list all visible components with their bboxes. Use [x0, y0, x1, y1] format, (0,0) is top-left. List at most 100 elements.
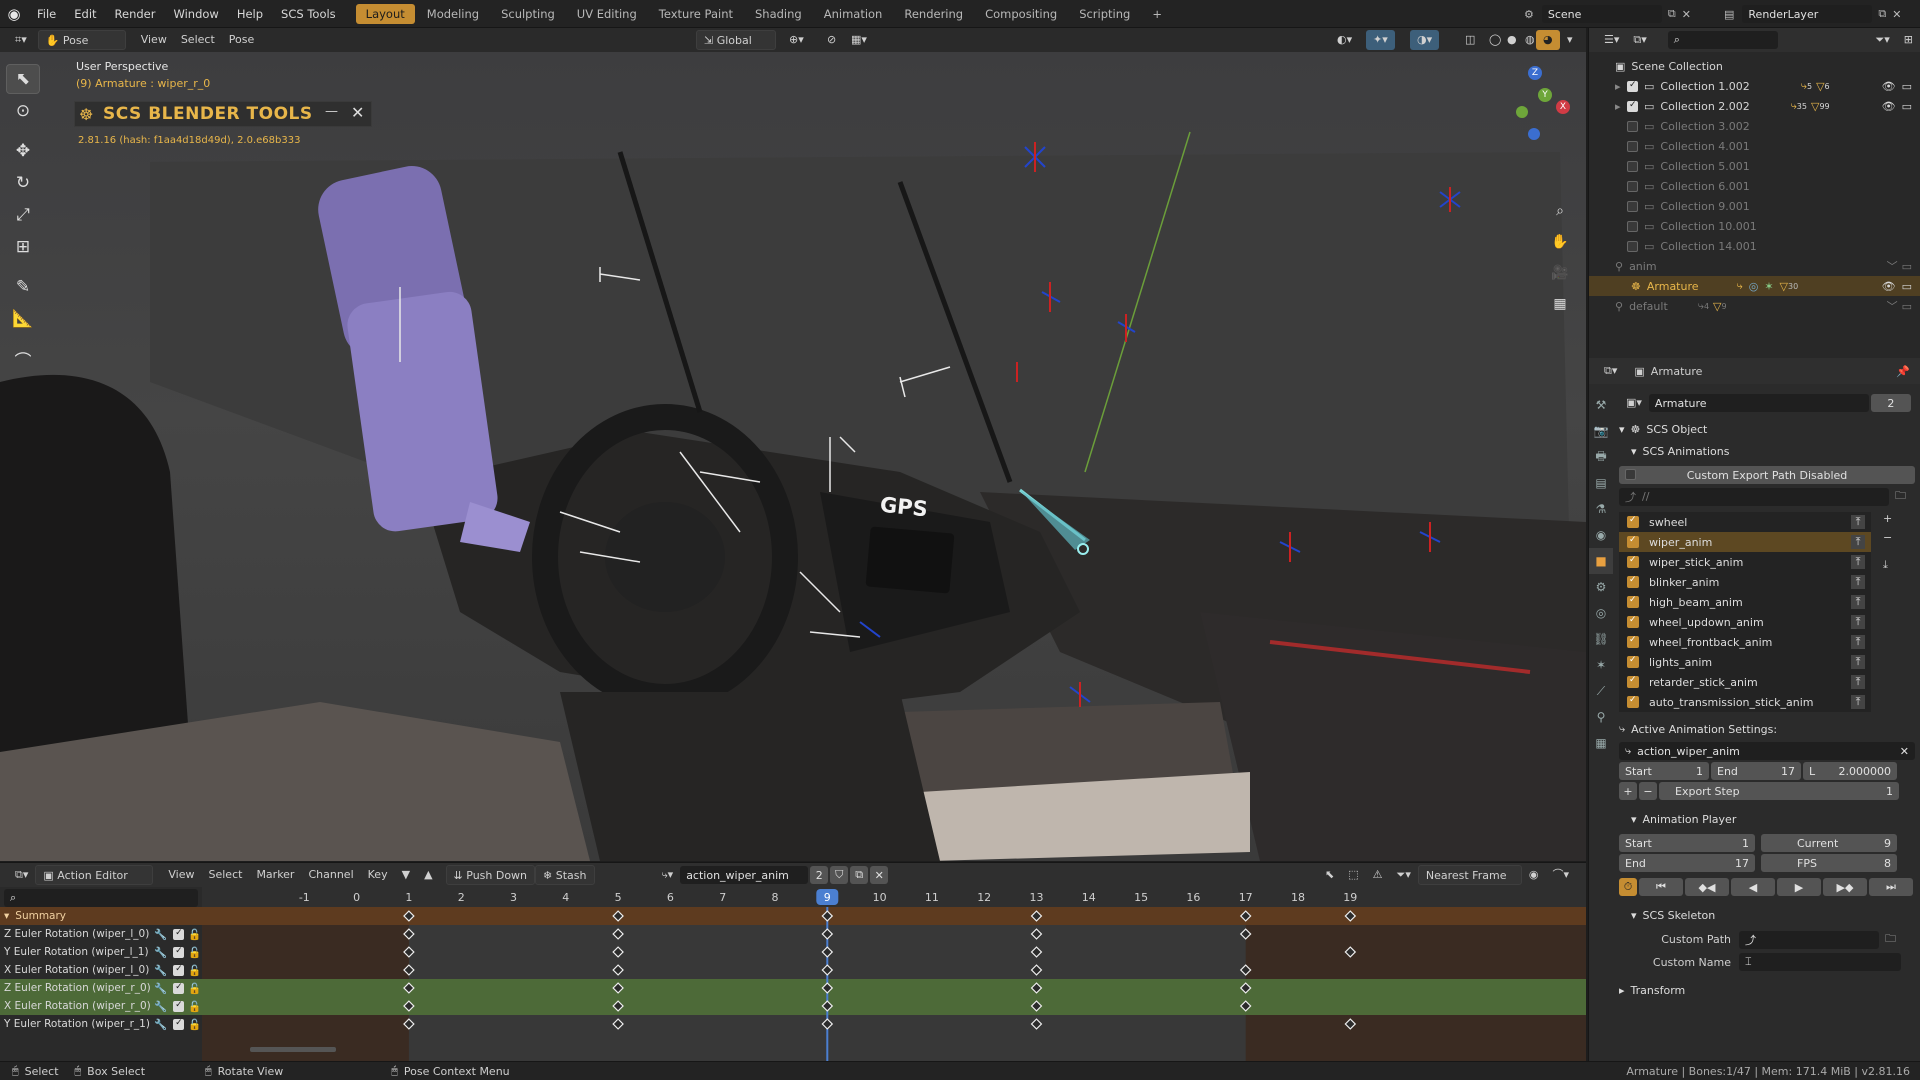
animation-list-item[interactable]: lights_anim ⤒ [1619, 652, 1871, 672]
falloff-icon[interactable]: ⌒▾ [1545, 865, 1576, 885]
object-tab-icon[interactable]: ■ [1589, 548, 1613, 574]
channel-search-input[interactable]: ⌕ [4, 889, 198, 907]
channel-mute-checkbox[interactable] [173, 1000, 185, 1012]
axis-x-icon[interactable]: X [1556, 100, 1570, 114]
channel-mute-checkbox[interactable] [173, 1018, 185, 1030]
only-selected-icon[interactable]: ⬉ [1318, 865, 1341, 885]
render-icon[interactable]: ▭ [1902, 100, 1912, 113]
axis-y-icon[interactable]: Y [1538, 88, 1552, 102]
lock-icon[interactable]: 🔓 [188, 928, 201, 941]
scale-tool-icon[interactable]: ⤢ [6, 200, 40, 230]
menu-select[interactable]: Select [174, 30, 222, 50]
pin-icon[interactable]: 📌 [1896, 365, 1910, 378]
channel-row[interactable]: X Euler Rotation (wiper_r_0) 🔧 🔓 [0, 997, 202, 1015]
collection-checkbox[interactable] [1627, 180, 1638, 192]
new-scene-icon[interactable]: ⧉ [1668, 7, 1676, 21]
wrench-icon[interactable]: 🔧 [154, 982, 167, 995]
add-workspace-icon[interactable]: + [1142, 4, 1172, 24]
camera-view-icon[interactable]: 🎥 [1546, 259, 1574, 287]
collection-row[interactable]: ▭ Collection 6.001 [1615, 176, 1920, 196]
filters-icon[interactable]: ⏷▾ [1390, 865, 1418, 885]
collection-checkbox[interactable] [1627, 140, 1638, 152]
bone-tab-icon[interactable]: ⟋ [1589, 678, 1613, 704]
datablock-name-field[interactable]: Armature [1648, 394, 1869, 412]
tab-rendering[interactable]: Rendering [894, 4, 973, 24]
jump-end-icon[interactable]: ⏭ [1869, 878, 1913, 896]
unlink-action-icon[interactable]: ✕ [870, 866, 889, 884]
data-tab-icon[interactable]: ✶ [1589, 652, 1613, 678]
tab-modeling[interactable]: Modeling [417, 4, 489, 24]
dopesheet-timeline[interactable]: -10123456789101112131415161718199 [202, 887, 1586, 1062]
animation-checkbox[interactable] [1627, 535, 1639, 548]
scs-animations-header[interactable]: ▾ SCS Animations [1619, 440, 1915, 462]
hidden-icon[interactable]: ⬚ [1341, 865, 1365, 885]
fps-field[interactable]: FPS 8 [1761, 854, 1897, 872]
collection-checkbox[interactable] [1627, 240, 1638, 252]
animation-player-header[interactable]: ▾ Animation Player [1619, 808, 1915, 830]
lock-icon[interactable]: 🔓 [188, 1018, 201, 1031]
default-render-icon[interactable]: ▭ [1902, 300, 1912, 313]
new-collection-icon[interactable]: ⊞ [1897, 30, 1920, 50]
active-action-field[interactable]: ⤷ action_wiper_anim ✕ [1619, 742, 1915, 760]
remove-layer-icon[interactable]: ✕ [1892, 8, 1901, 21]
collection-row[interactable]: ▸▭Collection 2.002⤷35▽99👁▭ [1615, 96, 1920, 116]
tab-scripting[interactable]: Scripting [1069, 4, 1140, 24]
channel-mute-checkbox[interactable] [173, 964, 185, 976]
bone-constraint-tab-icon[interactable]: ⚲ [1589, 704, 1613, 730]
animation-checkbox[interactable] [1627, 515, 1639, 528]
folder-icon[interactable]: 🗀 [1885, 930, 1896, 949]
tab-sculpting[interactable]: Sculpting [491, 4, 565, 24]
lock-icon[interactable]: 🔓 [188, 982, 201, 995]
animation-list-item[interactable]: auto_transmission_stick_anim ⤒ [1619, 692, 1871, 712]
texture-tab-icon[interactable]: ▦ [1589, 730, 1613, 756]
player-end-field[interactable]: End 17 [1619, 854, 1755, 872]
new-action-icon[interactable]: ⧉ [850, 866, 869, 884]
ae-menu-channel[interactable]: Channel [301, 865, 360, 885]
action-name-field[interactable]: action_wiper_anim [680, 866, 809, 884]
eye-icon[interactable]: 👁 [1882, 100, 1896, 113]
collection-row[interactable]: ▭ Collection 5.001 [1615, 156, 1920, 176]
menu-help[interactable]: Help [228, 0, 272, 28]
rotate-tool-icon[interactable]: ↻ [6, 168, 40, 198]
export-animation-icon[interactable]: ⤒ [1851, 655, 1865, 669]
snap-mode-dropdown[interactable]: Nearest Frame [1417, 865, 1522, 885]
shading-rendered-icon[interactable]: ◕ [1536, 30, 1560, 50]
select-tool-icon[interactable]: ⬉ [6, 64, 40, 94]
annotate-tool-icon[interactable]: ✎ [6, 272, 40, 302]
animation-checkbox[interactable] [1627, 675, 1639, 688]
push-prev-icon[interactable]: ▼ [395, 865, 417, 885]
tab-shading[interactable]: Shading [745, 4, 812, 24]
channel-row[interactable]: X Euler Rotation (wiper_l_0) 🔧 🔓 [0, 961, 202, 979]
wrench-icon[interactable]: 🔧 [154, 928, 167, 941]
menu-scs-tools[interactable]: SCS Tools [272, 0, 345, 28]
summary-row[interactable]: ▾ Summary [0, 907, 202, 925]
snap-icon[interactable]: ⊘ [820, 30, 843, 50]
view-layer-tab-icon[interactable]: ▤ [1589, 470, 1613, 496]
editor-mode-dropdown[interactable]: ▣ Action Editor [35, 865, 154, 885]
new-layer-icon[interactable]: ⧉ [1878, 7, 1886, 21]
lock-icon[interactable]: 🔓 [188, 946, 201, 959]
custom-name-input[interactable]: ⌶ [1739, 953, 1901, 971]
animation-checkbox[interactable] [1627, 555, 1639, 568]
ae-menu-view[interactable]: View [161, 865, 201, 885]
length-field[interactable]: L 2.000000 [1803, 762, 1897, 780]
datablock-browse-icon[interactable]: ▣▾ [1619, 393, 1649, 413]
scs-object-header[interactable]: ▾ ☸ SCS Object [1619, 418, 1915, 440]
overlay-toggle-icon[interactable]: ◑▾ [1410, 30, 1440, 50]
channel-row[interactable]: Z Euler Rotation (wiper_r_0) 🔧 🔓 [0, 979, 202, 997]
ae-menu-select[interactable]: Select [202, 865, 250, 885]
collection-checkbox[interactable] [1627, 220, 1638, 232]
mode-dropdown[interactable]: ✋ Pose Mode [37, 30, 126, 67]
anim-visibility-icon[interactable]: ﹀ [1887, 258, 1898, 274]
output-tab-icon[interactable]: 🖶 [1589, 444, 1613, 470]
pose-relax-tool-icon[interactable]: ⌒ [6, 344, 40, 374]
expand-icon[interactable]: ▸ [1615, 100, 1627, 113]
blender-logo-icon[interactable]: ◉ [0, 5, 28, 23]
axis-z-icon[interactable]: Z [1528, 66, 1542, 80]
xray-icon[interactable]: ◫ [1458, 30, 1482, 50]
menu-pose[interactable]: Pose [222, 30, 261, 50]
anim-render-icon[interactable]: ▭ [1902, 260, 1912, 273]
tab-texture-paint[interactable]: Texture Paint [649, 4, 743, 24]
tool-tab-icon[interactable]: ⚒ [1589, 392, 1613, 418]
jump-start-icon[interactable]: ⏮ [1639, 878, 1683, 896]
